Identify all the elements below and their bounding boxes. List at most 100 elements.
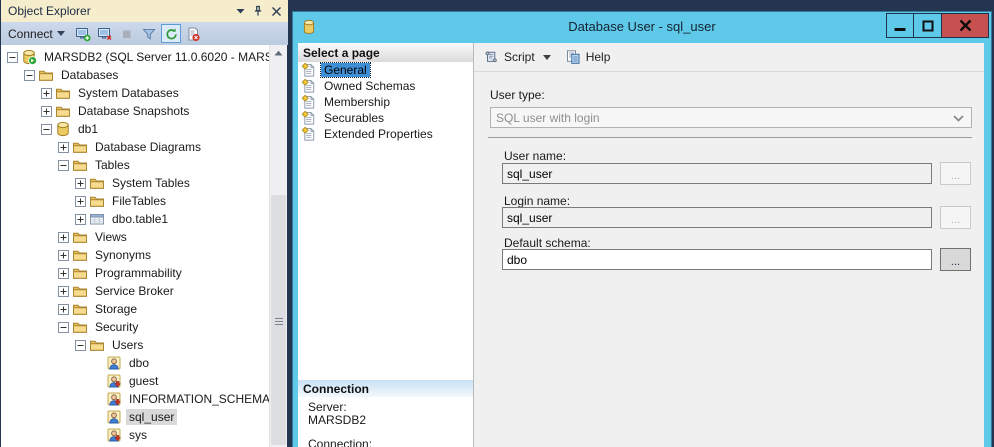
- expand-icon[interactable]: [58, 304, 69, 315]
- tree-item[interactable]: Programmability: [1, 264, 287, 282]
- tree-item[interactable]: Tables: [1, 156, 287, 174]
- tree-item[interactable]: db1: [1, 120, 287, 138]
- expand-icon[interactable]: [75, 214, 86, 225]
- close-icon[interactable]: [268, 3, 284, 19]
- collapse-icon[interactable]: [58, 322, 69, 333]
- connect-server-button[interactable]: [73, 24, 93, 43]
- caption-buttons: [886, 13, 989, 38]
- expand-icon[interactable]: [58, 250, 69, 261]
- database-icon: [55, 121, 71, 137]
- page-item-general[interactable]: General: [298, 62, 473, 78]
- dialog-titlebar[interactable]: Database User - sql_user: [293, 12, 991, 43]
- page-item-securables[interactable]: Securables: [298, 110, 473, 126]
- folder-icon: [72, 301, 88, 317]
- pin-icon[interactable]: [250, 3, 266, 19]
- tree-item[interactable]: sys: [1, 426, 287, 444]
- page-item-extended-properties[interactable]: Extended Properties: [298, 126, 473, 142]
- stop-button[interactable]: [117, 24, 137, 43]
- user-disabled-icon: [106, 427, 122, 443]
- tree-item[interactable]: System Tables: [1, 174, 287, 192]
- panel-title: Object Explorer: [8, 4, 230, 18]
- user-name-input[interactable]: [502, 163, 932, 184]
- tree-item[interactable]: dbo.table1: [1, 210, 287, 228]
- page-item-label: Extended Properties: [321, 127, 436, 141]
- refresh-button[interactable]: [161, 24, 181, 43]
- collapse-icon[interactable]: [7, 52, 18, 63]
- tree-item-label: dbo.table1: [109, 211, 171, 227]
- tree-item[interactable]: Views: [1, 228, 287, 246]
- page-item-label: Owned Schemas: [321, 79, 418, 93]
- scrollbar-thumb[interactable]: [271, 195, 286, 445]
- tree-item[interactable]: dbo: [1, 354, 287, 372]
- user-name-label: User name:: [504, 149, 566, 163]
- expand-icon[interactable]: [58, 232, 69, 243]
- disconnect-server-icon: [97, 26, 113, 42]
- script-error-button[interactable]: [183, 24, 203, 43]
- collapse-icon[interactable]: [41, 124, 52, 135]
- script-dropdown[interactable]: [543, 55, 551, 60]
- tree-item[interactable]: guest: [1, 372, 287, 390]
- tree-item[interactable]: Database Snapshots: [1, 102, 287, 120]
- browse-user-name-button[interactable]: ...: [940, 162, 971, 185]
- minimize-button[interactable]: [886, 13, 914, 38]
- tree-item[interactable]: Databases: [1, 66, 287, 84]
- default-schema-label: Default schema:: [504, 236, 591, 250]
- collapse-icon[interactable]: [58, 160, 69, 171]
- page-icon: [302, 63, 317, 78]
- page-item-owned-schemas[interactable]: Owned Schemas: [298, 78, 473, 94]
- expand-icon[interactable]: [75, 178, 86, 189]
- tree-item[interactable]: Service Broker: [1, 282, 287, 300]
- object-explorer-tree: MARSDB2 (SQL Server 11.0.6020 - MARSDDat…: [1, 45, 287, 447]
- browse-login-name-button[interactable]: ...: [940, 206, 971, 229]
- filter-button[interactable]: [139, 24, 159, 43]
- tree-item-label: System Tables: [109, 175, 193, 191]
- tree-item[interactable]: MARSDB2 (SQL Server 11.0.6020 - MARSD: [1, 48, 287, 66]
- page-icon: [302, 95, 317, 110]
- page-icon: [302, 111, 317, 126]
- connect-button[interactable]: Connect: [8, 27, 65, 41]
- tree-item[interactable]: Users: [1, 336, 287, 354]
- expand-icon[interactable]: [58, 286, 69, 297]
- expand-icon[interactable]: [58, 142, 69, 153]
- user-type-label: User type:: [490, 88, 545, 102]
- expand-icon[interactable]: [41, 106, 52, 117]
- tree-item-label: guest: [126, 373, 161, 389]
- tree-item[interactable]: sql_user: [1, 408, 287, 426]
- scroll-up-arrow-icon[interactable]: [270, 45, 287, 61]
- help-label: Help: [586, 50, 611, 64]
- tree-item-label: FileTables: [109, 193, 169, 209]
- tree-item-label: Programmability: [92, 265, 185, 281]
- tree-item[interactable]: Storage: [1, 300, 287, 318]
- vertical-scrollbar[interactable]: [269, 45, 287, 447]
- disconnect-server-button[interactable]: [95, 24, 115, 43]
- script-button[interactable]: Script: [483, 49, 535, 65]
- maximize-button[interactable]: [914, 13, 942, 38]
- close-button[interactable]: [942, 13, 989, 38]
- tree-item[interactable]: System Databases: [1, 84, 287, 102]
- tree-item[interactable]: Synonyms: [1, 246, 287, 264]
- folder-icon: [55, 103, 71, 119]
- user-type-select[interactable]: SQL user with login: [490, 107, 972, 128]
- collapse-icon[interactable]: [24, 70, 35, 81]
- tree-item[interactable]: FileTables: [1, 192, 287, 210]
- login-name-input[interactable]: [502, 207, 932, 228]
- default-schema-input[interactable]: [502, 249, 932, 270]
- window-position-icon[interactable]: [232, 3, 248, 19]
- select-a-page-pane: Select a page GeneralOwned SchemasMember…: [298, 43, 473, 447]
- expand-icon[interactable]: [75, 196, 86, 207]
- expand-icon[interactable]: [58, 268, 69, 279]
- folder-icon: [72, 157, 88, 173]
- tree-item[interactable]: Security: [1, 318, 287, 336]
- browse-default-schema-button[interactable]: ...: [940, 248, 971, 271]
- help-button[interactable]: Help: [565, 49, 611, 65]
- chevron-down-icon: [953, 115, 964, 122]
- expand-icon[interactable]: [41, 88, 52, 99]
- tree-item-label: dbo: [126, 355, 152, 371]
- tree-item-label: Service Broker: [92, 283, 177, 299]
- tree-item-label: Databases: [58, 67, 121, 83]
- collapse-icon[interactable]: [75, 340, 86, 351]
- tree-item[interactable]: INFORMATION_SCHEMA: [1, 390, 287, 408]
- page-item-membership[interactable]: Membership: [298, 94, 473, 110]
- tree-item-label: Views: [92, 229, 130, 245]
- tree-item[interactable]: Database Diagrams: [1, 138, 287, 156]
